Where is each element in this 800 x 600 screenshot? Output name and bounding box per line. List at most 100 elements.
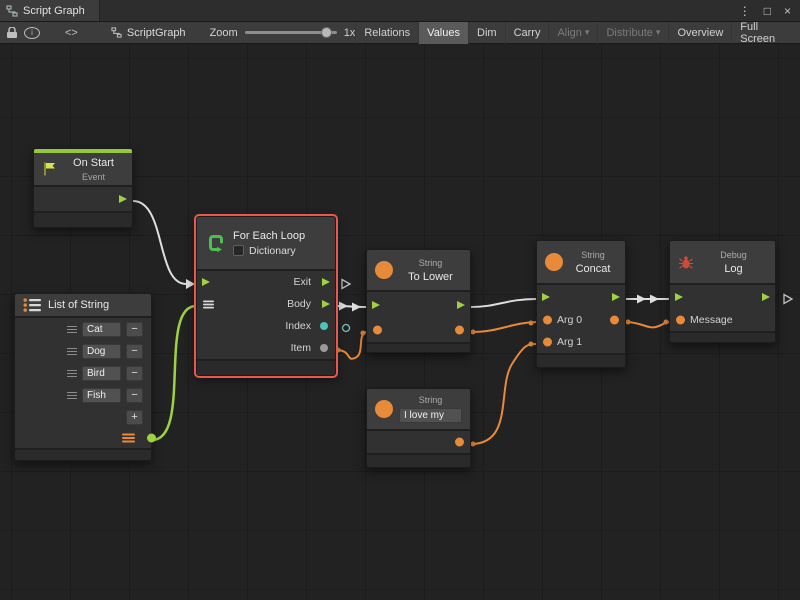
node-title: Concat — [576, 263, 611, 275]
node-header[interactable]: Debug Log — [670, 241, 775, 285]
flow-input-port[interactable] — [542, 293, 550, 301]
drag-handle-icon[interactable] — [67, 392, 77, 399]
port-label-index: Index — [285, 320, 311, 332]
drag-handle-icon[interactable] — [67, 326, 77, 333]
port-row — [15, 428, 151, 448]
node-header[interactable]: String Concat — [537, 241, 625, 285]
node-to-lower[interactable]: String To Lower — [366, 249, 471, 353]
drag-handle-icon[interactable] — [67, 348, 77, 355]
port-row — [367, 292, 470, 318]
node-string-literal[interactable]: String — [366, 388, 471, 468]
list-item-input[interactable] — [82, 388, 121, 403]
node-header[interactable]: On Start Event — [34, 153, 132, 187]
node-footer — [15, 448, 151, 460]
list-output-port[interactable] — [147, 434, 156, 443]
info-icon[interactable] — [24, 27, 40, 39]
toolbar-button-align[interactable]: Align — [548, 22, 597, 44]
breadcrumb[interactable]: ScriptGraph — [111, 27, 186, 39]
remove-item-button[interactable]: − — [126, 366, 143, 381]
port-row — [367, 318, 470, 342]
flow-input-port[interactable] — [202, 278, 210, 286]
add-item-button[interactable]: + — [126, 410, 143, 425]
zoom-slider[interactable] — [245, 31, 337, 34]
arg0-input-port[interactable] — [543, 316, 552, 325]
list-input-port[interactable] — [203, 300, 214, 309]
string-value-input[interactable] — [399, 408, 462, 423]
string-input-port[interactable] — [373, 326, 382, 335]
item-output-port[interactable] — [320, 344, 328, 352]
remove-item-button[interactable]: − — [126, 322, 143, 337]
zoom-label: Zoom — [210, 27, 238, 39]
node-header[interactable]: List of String — [15, 294, 151, 318]
list-item-row: − — [15, 384, 151, 406]
drag-handle-icon[interactable] — [67, 370, 77, 377]
node-header[interactable]: String To Lower — [367, 250, 470, 292]
node-category: String — [419, 258, 443, 268]
window-controls: ⋮ □ × — [739, 0, 800, 21]
node-concat[interactable]: String Concat Arg 0 Arg 1 — [536, 240, 626, 368]
toolbar-button-carry[interactable]: Carry — [505, 22, 549, 44]
node-title: On Start — [73, 157, 114, 169]
port-label-arg0: Arg 0 — [557, 314, 582, 326]
list-item-input[interactable] — [82, 322, 121, 337]
port-row: Body — [197, 293, 335, 315]
flow-output-port[interactable] — [457, 301, 465, 309]
close-icon[interactable]: × — [784, 5, 791, 17]
toolbar-button-dim[interactable]: Dim — [468, 22, 505, 44]
bug-icon — [678, 255, 694, 270]
remove-item-button[interactable]: − — [126, 344, 143, 359]
list-output-icon — [122, 433, 135, 443]
flow-output-port[interactable] — [762, 293, 770, 301]
flag-icon — [42, 161, 57, 177]
message-input-port[interactable] — [676, 316, 685, 325]
checkbox-icon[interactable] — [233, 245, 244, 256]
string-output-port[interactable] — [455, 438, 464, 447]
node-footer — [537, 353, 625, 367]
zoom-value: 1x — [344, 27, 356, 39]
node-on-start[interactable]: On Start Event — [33, 148, 133, 228]
toolbar: <> ScriptGraph Zoom 1x Relations Values … — [0, 22, 800, 44]
node-header[interactable]: For Each Loop Dictionary — [197, 217, 335, 271]
index-output-port[interactable] — [320, 322, 328, 330]
port-row: Message — [670, 309, 775, 331]
port-label-arg1: Arg 1 — [557, 336, 582, 348]
dictionary-option: Dictionary — [233, 245, 305, 257]
zoom-slider-knob[interactable] — [321, 27, 332, 38]
breadcrumb-label: ScriptGraph — [127, 27, 186, 39]
remove-item-button[interactable]: − — [126, 388, 143, 403]
toolbar-button-distribute[interactable]: Distribute — [597, 22, 668, 44]
flow-input-port[interactable] — [372, 301, 380, 309]
result-output-port[interactable] — [610, 316, 619, 325]
exit-output-port[interactable] — [322, 278, 330, 286]
toolbar-button-overview[interactable]: Overview — [668, 22, 731, 44]
toolbar-button-fullscreen[interactable]: Full Screen — [731, 22, 800, 44]
string-output-port[interactable] — [455, 326, 464, 335]
list-item-row: − — [15, 362, 151, 384]
body-output-port[interactable] — [322, 300, 330, 308]
port-row: Arg 0 — [537, 309, 625, 331]
node-title: List of String — [48, 299, 109, 311]
node-header[interactable]: String — [367, 389, 470, 431]
node-footer — [197, 359, 335, 375]
port-row: Item — [197, 337, 335, 359]
node-for-each-loop[interactable]: For Each Loop Dictionary Exit Body — [196, 216, 336, 376]
lock-icon[interactable] — [0, 27, 24, 38]
flow-input-port[interactable] — [675, 293, 683, 301]
flow-output-port[interactable] — [119, 195, 127, 203]
tab-script-graph[interactable]: Script Graph — [0, 0, 100, 21]
window-menu-icon[interactable]: ⋮ — [739, 5, 751, 17]
port-row — [537, 285, 625, 309]
maximize-icon[interactable]: □ — [764, 5, 771, 17]
toolbar-button-values[interactable]: Values — [418, 22, 468, 44]
node-footer — [34, 211, 132, 227]
flow-output-port[interactable] — [612, 293, 620, 301]
node-debug-log[interactable]: Debug Log Message — [669, 240, 776, 343]
list-item-input[interactable] — [82, 344, 121, 359]
list-item-input[interactable] — [82, 366, 121, 381]
node-list-of-string[interactable]: List of String − − − − — [14, 293, 152, 461]
list-icon — [23, 298, 42, 312]
node-subtitle: Event — [82, 172, 105, 182]
toolbar-button-relations[interactable]: Relations — [355, 22, 418, 44]
code-link-icon[interactable]: <> — [58, 27, 85, 39]
arg1-input-port[interactable] — [543, 338, 552, 347]
